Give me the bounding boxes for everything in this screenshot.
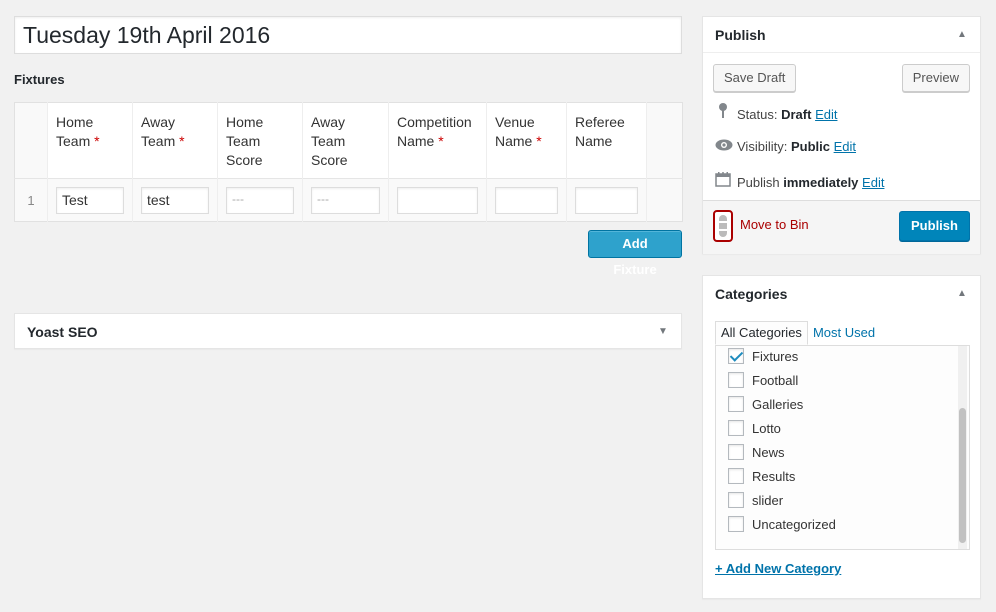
cell-away-team: test bbox=[132, 178, 218, 222]
list-item[interactable]: Galleries bbox=[716, 394, 969, 418]
calendar-icon bbox=[715, 171, 731, 193]
list-item[interactable]: Results bbox=[716, 466, 969, 490]
referee-name-input[interactable] bbox=[575, 186, 638, 214]
column-header-home-team: Home Team * bbox=[47, 102, 133, 179]
column-header-away-team-score: Away Team Score bbox=[302, 102, 389, 179]
required-marker: * bbox=[94, 133, 100, 149]
checkbox-football[interactable] bbox=[728, 372, 744, 388]
row-order-header bbox=[14, 102, 48, 179]
category-tabs: All Categories Most Used bbox=[715, 321, 880, 345]
required-marker: * bbox=[536, 133, 542, 149]
cell-competition bbox=[388, 178, 487, 222]
save-draft-button[interactable]: Save Draft bbox=[713, 64, 797, 92]
table-row: 1 Test test --- --- bbox=[14, 178, 683, 222]
checkbox-news[interactable] bbox=[728, 444, 744, 460]
checkbox-fixtures[interactable] bbox=[728, 348, 744, 364]
checkbox-uncategorized[interactable] bbox=[728, 516, 744, 532]
tab-all-categories[interactable]: All Categories bbox=[715, 321, 808, 345]
edit-schedule-link[interactable]: Edit bbox=[862, 175, 884, 190]
cell-venue bbox=[486, 178, 567, 222]
triangle-up-icon[interactable]: ▲ bbox=[954, 276, 970, 312]
publish-header[interactable]: Publish ▲ bbox=[703, 17, 980, 53]
venue-name-input[interactable] bbox=[495, 186, 558, 214]
cell-home-score: --- bbox=[217, 178, 303, 222]
visibility-value: Public bbox=[790, 139, 830, 154]
list-item[interactable]: Fixtures bbox=[716, 346, 969, 370]
fixtures-label: Fixtures bbox=[14, 72, 65, 87]
categories-box-title: Categories bbox=[715, 286, 788, 302]
add-new-category-link[interactable]: + Add New Category bbox=[715, 561, 841, 576]
checkbox-results[interactable] bbox=[728, 468, 744, 484]
home-score-input[interactable]: --- bbox=[226, 186, 294, 214]
checkbox-slider[interactable] bbox=[728, 492, 744, 508]
list-item[interactable]: Football bbox=[716, 370, 969, 394]
post-status-row: Status: Draft Edit bbox=[715, 103, 837, 123]
triangle-down-icon[interactable]: ▼ bbox=[655, 314, 671, 350]
publish-box-title: Publish bbox=[715, 27, 766, 43]
trash-icon[interactable] bbox=[713, 210, 733, 242]
add-fixture-button[interactable]: Add Fixture bbox=[588, 230, 682, 277]
scrollbar-thumb[interactable] bbox=[959, 408, 966, 543]
publish-metabox: Publish ▲ Save Draft Preview Status: Dra… bbox=[702, 16, 981, 254]
cell-referee bbox=[566, 178, 647, 222]
home-team-input[interactable]: Test bbox=[56, 186, 124, 214]
triangle-up-icon[interactable]: ▲ bbox=[954, 17, 970, 53]
tab-most-used[interactable]: Most Used bbox=[808, 322, 880, 344]
categories-header[interactable]: Categories ▲ bbox=[703, 276, 980, 312]
row-actions-cell[interactable] bbox=[646, 178, 683, 222]
eye-icon bbox=[715, 137, 733, 157]
checkbox-lotto[interactable] bbox=[728, 420, 744, 436]
edit-visibility-link[interactable]: Edit bbox=[834, 139, 856, 154]
yoast-seo-metabox: Yoast SEO ▼ bbox=[14, 313, 682, 349]
column-header-away-team: Away Team * bbox=[132, 102, 218, 179]
categories-metabox: Categories ▲ All Categories Most Used Fix… bbox=[702, 275, 981, 599]
away-score-input[interactable]: --- bbox=[311, 186, 380, 214]
checkbox-galleries[interactable] bbox=[728, 396, 744, 412]
list-item[interactable]: News bbox=[716, 442, 969, 466]
list-item[interactable]: Uncategorized bbox=[716, 514, 969, 538]
away-team-input[interactable]: test bbox=[141, 186, 209, 214]
column-header-competition-name: Competition Name * bbox=[388, 102, 487, 179]
status-value: Draft bbox=[781, 107, 812, 122]
edit-status-link[interactable]: Edit bbox=[815, 107, 837, 122]
required-marker: * bbox=[438, 133, 444, 149]
publish-button[interactable]: Publish bbox=[899, 211, 970, 241]
category-checklist[interactable]: Fixtures Football Galleries Lotto News R… bbox=[715, 345, 970, 550]
move-to-bin-link[interactable]: Move to Bin bbox=[740, 217, 809, 232]
cell-home-team: Test bbox=[47, 178, 133, 222]
fixtures-header-row: Home Team * Away Team * Home Team Score Away… bbox=[14, 102, 683, 179]
cell-away-score: --- bbox=[302, 178, 389, 222]
major-publishing-actions: Move to Bin Publish bbox=[703, 200, 980, 254]
row-order-handle[interactable]: 1 bbox=[14, 178, 48, 222]
row-actions-header bbox=[646, 102, 683, 179]
list-item[interactable]: Lotto bbox=[716, 418, 969, 442]
yoast-seo-title: Yoast SEO bbox=[27, 324, 98, 340]
preview-button[interactable]: Preview bbox=[901, 64, 970, 92]
schedule-value: immediately bbox=[783, 175, 859, 190]
competition-name-input[interactable] bbox=[397, 186, 478, 214]
pin-icon bbox=[715, 103, 731, 125]
fixtures-table: Home Team * Away Team * Home Team Score Away… bbox=[14, 102, 683, 222]
schedule-row: Publish immediately Edit bbox=[715, 171, 884, 191]
yoast-seo-header[interactable]: Yoast SEO ▼ bbox=[15, 314, 681, 350]
post-title-input[interactable]: Tuesday 19th April 2016 bbox=[14, 16, 682, 54]
column-header-venue-name: Venue Name * bbox=[486, 102, 567, 179]
list-item[interactable]: slider bbox=[716, 490, 969, 514]
required-marker: * bbox=[179, 133, 185, 149]
column-header-referee-name: Referee Name bbox=[566, 102, 647, 179]
column-header-home-team-score: Home Team Score bbox=[217, 102, 303, 179]
visibility-row: Visibility: Public Edit bbox=[715, 137, 856, 157]
